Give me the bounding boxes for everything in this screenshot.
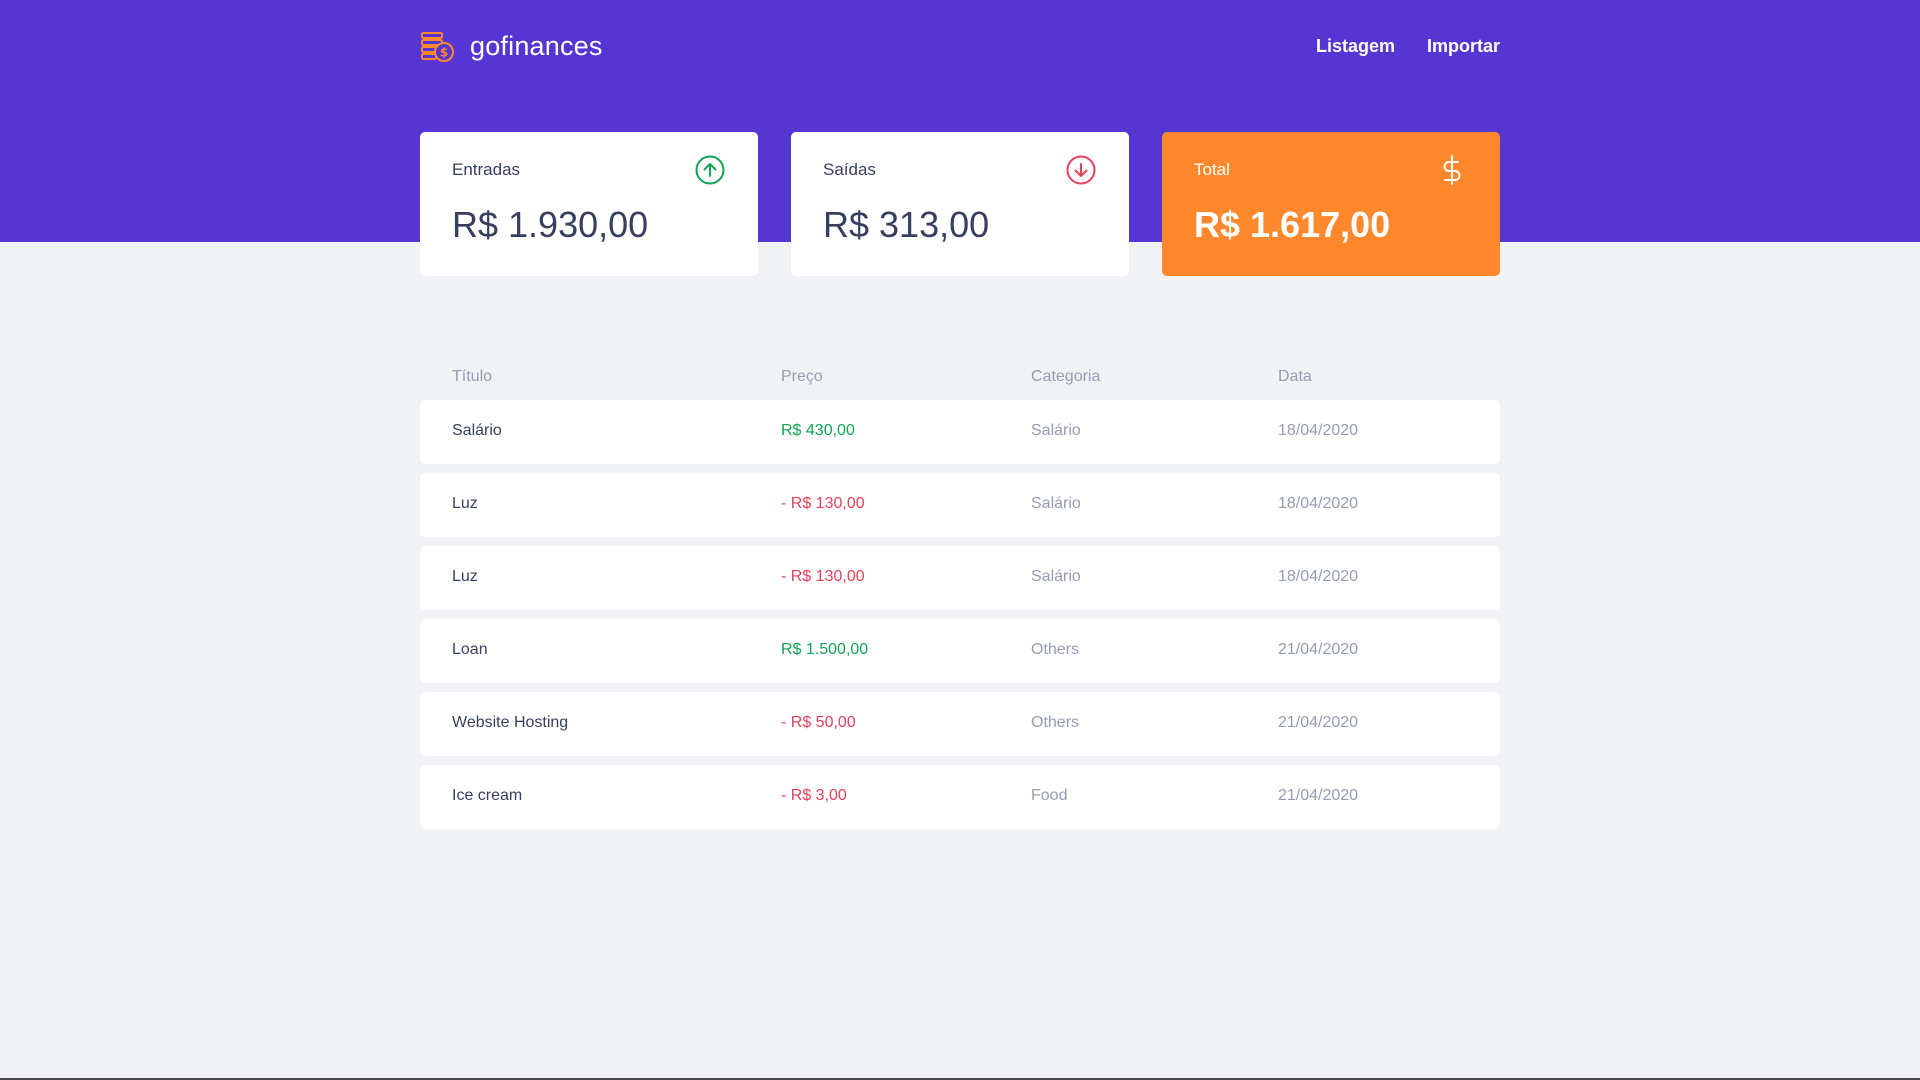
coins-logo-icon: $ xyxy=(421,32,454,62)
total-card: Total R$ 1.617,00 xyxy=(1162,132,1500,276)
header-categoria[interactable]: Categoria xyxy=(1031,368,1100,386)
row-category: Salário xyxy=(1031,422,1081,439)
table-row: Luz - R$ 130,00 Salário 18/04/2020 xyxy=(420,546,1500,610)
svg-text:$: $ xyxy=(440,46,448,60)
row-price: - R$ 3,00 xyxy=(781,787,847,804)
arrow-up-circle-icon xyxy=(695,155,725,185)
header-data[interactable]: Data xyxy=(1278,368,1312,386)
top-bar: $ gofinances Listagem Importar xyxy=(420,26,1500,66)
row-title: Salário xyxy=(452,422,502,439)
income-card-title: Entradas xyxy=(452,160,521,179)
dollar-sign-icon xyxy=(1443,155,1461,185)
brand[interactable]: $ gofinances xyxy=(420,26,603,66)
header-titulo[interactable]: Título xyxy=(452,368,492,386)
row-category: Others xyxy=(1031,641,1080,658)
summary-cards: Entradas R$ 1.930,00 Saídas R$ 313,00 To… xyxy=(420,132,1500,276)
table-row: Ice cream - R$ 3,00 Food 21/04/2020 xyxy=(420,765,1500,829)
row-category: Salário xyxy=(1031,495,1081,512)
row-date: 18/04/2020 xyxy=(1278,422,1359,439)
transactions-table: Título Preço Categoria Data Salário R$ 43… xyxy=(420,358,1500,829)
row-date: 18/04/2020 xyxy=(1278,568,1359,585)
row-title: Luz xyxy=(452,495,478,512)
row-category: Others xyxy=(1031,714,1080,731)
income-card-value: R$ 1.930,00 xyxy=(452,204,649,245)
row-price: R$ 430,00 xyxy=(781,422,855,439)
total-card-title: Total xyxy=(1194,160,1230,179)
row-price: - R$ 130,00 xyxy=(781,568,865,585)
table-row: Luz - R$ 130,00 Salário 18/04/2020 xyxy=(420,473,1500,537)
row-title: Ice cream xyxy=(452,787,523,804)
table-header: Título Preço Categoria Data xyxy=(420,358,1500,400)
nav-listagem-link[interactable]: Listagem xyxy=(1316,36,1395,57)
outcome-card-title: Saídas xyxy=(823,160,876,179)
row-date: 21/04/2020 xyxy=(1278,641,1359,658)
row-price: R$ 1.500,00 xyxy=(781,641,869,658)
brand-name: gofinances xyxy=(470,30,603,61)
row-title: Luz xyxy=(452,568,478,585)
outcome-card: Saídas R$ 313,00 xyxy=(791,132,1129,276)
row-category: Salário xyxy=(1031,568,1081,585)
row-price: - R$ 50,00 xyxy=(781,714,856,731)
row-title: Loan xyxy=(452,641,488,658)
row-title: Website Hosting xyxy=(452,714,569,731)
nav-importar-link[interactable]: Importar xyxy=(1427,36,1500,57)
table-body: Salário R$ 430,00 Salário 18/04/2020 Luz - R$… xyxy=(420,400,1500,829)
row-category: Food xyxy=(1031,787,1068,804)
total-card-value: R$ 1.617,00 xyxy=(1194,204,1391,245)
row-date: 18/04/2020 xyxy=(1278,495,1359,512)
row-date: 21/04/2020 xyxy=(1278,714,1359,731)
arrow-down-circle-icon xyxy=(1066,155,1096,185)
row-price: - R$ 130,00 xyxy=(781,495,865,512)
main-nav: Listagem Importar xyxy=(1284,26,1500,66)
income-card: Entradas R$ 1.930,00 xyxy=(420,132,758,276)
row-date: 21/04/2020 xyxy=(1278,787,1359,804)
table-row: Loan R$ 1.500,00 Others 21/04/2020 xyxy=(420,619,1500,683)
outcome-card-value: R$ 313,00 xyxy=(823,204,990,245)
table-row: Website Hosting - R$ 50,00 Others 21/04/202… xyxy=(420,692,1500,756)
header-preco[interactable]: Preço xyxy=(781,368,823,386)
table-row: Salário R$ 430,00 Salário 18/04/2020 xyxy=(420,400,1500,464)
